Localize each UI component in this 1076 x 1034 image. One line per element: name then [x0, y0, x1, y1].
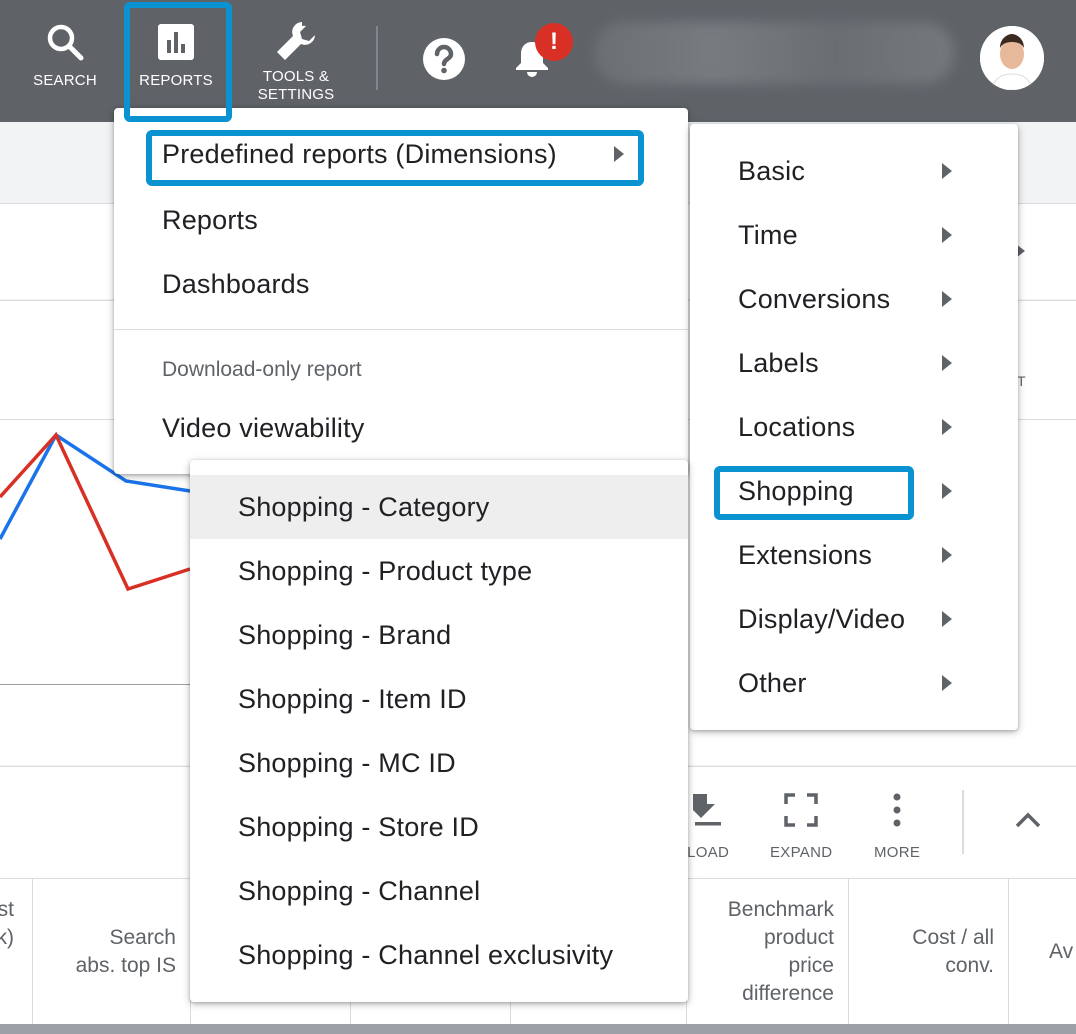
menu-item-shopping-channel[interactable]: Shopping - Channel [190, 859, 688, 923]
top-navigation-bar: SEARCH REPORTS TOOLS & SETTINGS ! [0, 0, 1076, 122]
expand-label: EXPAND [770, 844, 833, 861]
menu-divider [114, 329, 688, 330]
menu-item-basic[interactable]: Basic [690, 139, 1018, 203]
menu-item-dashboards[interactable]: Dashboards [114, 252, 688, 316]
menu-item-shopping[interactable]: Shopping [690, 459, 1018, 523]
menu-item-display-video[interactable]: Display/Video [690, 587, 1018, 651]
more-vert-icon [891, 790, 903, 830]
submenu-arrow-icon [942, 163, 952, 179]
table-bottom-border [0, 1024, 1076, 1034]
account-info-blurred [594, 22, 954, 84]
nav-divider [376, 26, 378, 90]
menu-item-reports[interactable]: Reports [114, 188, 688, 252]
submenu-arrow-icon [942, 483, 952, 499]
menu-item-shopping-channel-exclusivity[interactable]: Shopping - Channel exclusivity [190, 923, 688, 987]
more-button[interactable]: MORE [874, 790, 920, 861]
menu-section-label: Download-only report [162, 358, 362, 381]
menu-item-time[interactable]: Time [690, 203, 1018, 267]
menu-item-shopping-category[interactable]: Shopping - Category [190, 475, 688, 539]
menu-item-extensions[interactable]: Extensions [690, 523, 1018, 587]
toolbar-divider [962, 790, 964, 854]
search-icon [45, 20, 85, 64]
submenu-arrow-icon [942, 675, 952, 691]
nav-tools-label-line2: SETTINGS [257, 86, 335, 103]
nav-reports[interactable]: REPORTS [130, 0, 222, 122]
dimensions-submenu: Basic Time Conversions Labels Locations … [690, 124, 1018, 730]
submenu-arrow-icon [942, 355, 952, 371]
submenu-arrow-icon [942, 419, 952, 435]
chart-baseline [0, 684, 190, 685]
menu-item-labels[interactable]: Labels [690, 331, 1018, 395]
menu-item-conversions[interactable]: Conversions [690, 267, 1018, 331]
help-icon[interactable] [422, 37, 466, 86]
download-icon [683, 790, 723, 830]
menu-item-shopping-item-id[interactable]: Shopping - Item ID [190, 667, 688, 731]
menu-item-shopping-product-type[interactable]: Shopping - Product type [190, 539, 688, 603]
nav-tools-settings[interactable]: TOOLS & SETTINGS [246, 0, 346, 122]
more-label: MORE [874, 844, 921, 861]
nav-search[interactable]: SEARCH [26, 0, 104, 122]
wrench-icon [272, 20, 320, 64]
shopping-submenu: Shopping - Category Shopping - Product t… [190, 460, 688, 1002]
submenu-arrow-icon [942, 611, 952, 627]
menu-item-predefined-reports[interactable]: Predefined reports (Dimensions) [114, 124, 688, 184]
nav-search-label: SEARCH [33, 72, 97, 89]
menu-item-video-viewability[interactable]: Video viewability [114, 396, 688, 460]
column-header-benchmark-price-diff[interactable]: Benchmark product price difference [686, 878, 848, 1026]
expand-icon [784, 790, 818, 830]
expand-button[interactable]: EXPAND [770, 790, 832, 861]
submenu-arrow-icon [614, 146, 624, 162]
menu-item-shopping-store-id[interactable]: Shopping - Store ID [190, 795, 688, 859]
nav-tools-label-line1: TOOLS & [262, 68, 330, 85]
reports-menu: Predefined reports (Dimensions) Reports … [114, 108, 688, 474]
menu-item-shopping-brand[interactable]: Shopping - Brand [190, 603, 688, 667]
column-header-cost-all-conv[interactable]: Cost / all conv. [848, 878, 1008, 1026]
menu-item-shopping-mc-id[interactable]: Shopping - MC ID [190, 731, 688, 795]
notification-badge: ! [535, 23, 573, 61]
submenu-arrow-icon [942, 227, 952, 243]
avatar[interactable] [980, 26, 1044, 90]
reports-icon [157, 20, 195, 64]
menu-item-other[interactable]: Other [690, 651, 1018, 715]
column-header-partial[interactable]: st k) [0, 878, 32, 1026]
submenu-arrow-icon [942, 291, 952, 307]
column-header-partial-right[interactable]: Av [1008, 878, 1076, 1026]
column-header-search-abs-top-is[interactable]: Search abs. top IS [32, 878, 190, 1026]
chart-axis-label-fragment: T [1017, 373, 1026, 389]
collapse-chevron-up-icon[interactable] [1014, 810, 1042, 835]
submenu-arrow-icon [942, 547, 952, 563]
nav-reports-label: REPORTS [139, 72, 213, 89]
menu-item-locations[interactable]: Locations [690, 395, 1018, 459]
